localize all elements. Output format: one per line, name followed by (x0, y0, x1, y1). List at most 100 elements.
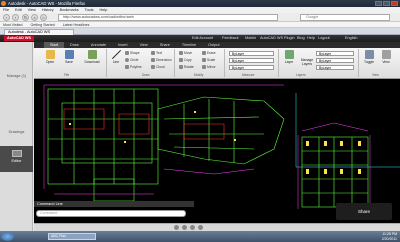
save-icon (64, 50, 74, 59)
ribbon-separator (358, 49, 359, 77)
layer-state-dropdown[interactable]: ByLayer (316, 58, 354, 63)
maximize-button[interactable] (383, 1, 390, 6)
window-title: Autodesk - AutoCAD WS - Mozilla Firefox (8, 1, 86, 6)
circle-icon (125, 58, 129, 62)
scale-button[interactable]: Scale (202, 58, 215, 62)
measure-button[interactable]: Measure (242, 73, 254, 77)
pan-icon[interactable] (198, 225, 203, 230)
manage-layers-button[interactable]: Manage Layers (298, 58, 316, 66)
erase-button[interactable]: Erase (202, 51, 216, 55)
group-label-draw: Draw (142, 73, 150, 77)
color-dropdown[interactable]: ByLayer (229, 51, 274, 56)
dimension-button[interactable]: Dimension (151, 58, 172, 62)
folder-icon (45, 50, 55, 59)
stop-icon[interactable]: × (31, 14, 38, 21)
logout-link[interactable]: Logout (318, 35, 330, 42)
mobile-link[interactable]: Mobile (245, 35, 256, 42)
bookmark-item[interactable]: Most Visited (3, 22, 23, 27)
command-panel: Command Line Command: (34, 201, 194, 223)
open-button[interactable]: Open (43, 50, 57, 64)
layers-icon (284, 50, 294, 59)
zoom-out-icon[interactable] (174, 225, 179, 230)
editor-icon (11, 150, 22, 157)
elevation-windows (306, 141, 361, 174)
search-box[interactable]: Google (300, 14, 390, 21)
blog-link[interactable]: Blog (297, 35, 305, 42)
mirror-icon (202, 65, 206, 69)
view-toggle-button[interactable]: Toggle (362, 50, 376, 64)
cloud-button[interactable]: Cloud (151, 65, 165, 69)
circle-button[interactable]: Circle (125, 58, 138, 62)
layer-filter-dropdown[interactable]: ByLayer (316, 65, 354, 70)
reload-icon[interactable]: ↻ (22, 14, 29, 21)
text-icon (151, 51, 155, 55)
back-icon[interactable]: ‹ (3, 14, 10, 21)
taskbar-item[interactable]: ABC Plan (48, 233, 96, 240)
windows-taskbar: ABC Plan 11:28 PM 2/20/2011 (0, 231, 400, 242)
sidebar-item-drawings[interactable]: Drawings (0, 118, 33, 144)
copy-button[interactable]: Copy (179, 58, 192, 62)
minimize-button[interactable] (375, 1, 382, 6)
save-button[interactable]: Save (62, 50, 76, 64)
line-button[interactable]: Line (110, 50, 122, 64)
tab-strip: Autodesk - AutoCAD WS (0, 28, 400, 35)
help-link[interactable]: Help (307, 35, 315, 42)
move-icon (179, 51, 183, 55)
left-sidebar: Manage (1) Drawings Editor (0, 42, 33, 242)
shape-button[interactable]: Shape (125, 51, 140, 55)
navigation-bar: ‹ › ↻ × ⌂ http://www.autocadws.com/cad/e… (0, 13, 400, 22)
group-label-file: File (64, 73, 70, 77)
language-select[interactable]: English (345, 35, 357, 42)
close-button[interactable] (391, 1, 398, 6)
bookmark-item[interactable]: Getting Started (31, 22, 55, 27)
lineweight-dropdown[interactable]: ByLayer (229, 65, 274, 70)
view-zoom-button[interactable]: View (379, 50, 393, 64)
ribbon-separator (106, 49, 107, 77)
linetype-dropdown[interactable]: ByLayer (229, 58, 274, 63)
ribbon-separator (174, 49, 175, 77)
group-label-view: View (372, 73, 379, 77)
window-controls (375, 1, 398, 6)
sidebar-item-editor[interactable]: Editor (0, 146, 33, 172)
copy-icon (179, 58, 183, 62)
command-line-label: Command Line (34, 201, 194, 207)
polyline-button[interactable]: Polyline (125, 65, 142, 69)
app-header: AutoCAD WS Edit Account Feedback Mobile … (0, 35, 400, 42)
sidebar-item-label: Manage (1) (6, 74, 27, 78)
feedback-link[interactable]: Feedback (222, 35, 239, 42)
zoom-icon (381, 50, 391, 59)
zoom-extents-icon[interactable] (182, 225, 187, 230)
layer-button[interactable]: Layer (282, 50, 296, 64)
edit-account-link[interactable]: Edit Account (192, 35, 213, 42)
text-button[interactable]: Text (151, 51, 162, 55)
sidebar-item-manage[interactable]: Manage (1) (0, 62, 33, 88)
ribbon-separator (278, 49, 279, 77)
group-label-layers: Layers (296, 73, 306, 77)
firefox-icon (1, 1, 6, 6)
polyline-icon (125, 65, 129, 69)
zoom-in-icon[interactable] (190, 225, 195, 230)
bookmark-item[interactable]: Latest Headlines (63, 22, 90, 27)
layer-dropdown[interactable]: ByLayer (316, 51, 354, 56)
erase-icon (202, 51, 206, 55)
taskbar-clock: 11:28 PM 2/20/2011 (381, 232, 397, 241)
group-label-modify: Modify (194, 73, 204, 77)
floor-plan (47, 88, 285, 202)
url-bar[interactable]: http://www.autocadws.com/cad/editor/web (58, 14, 278, 21)
command-input[interactable]: Command: (36, 210, 186, 217)
rotate-button[interactable]: Rotate (179, 65, 194, 69)
scale-icon (202, 58, 206, 62)
mirror-button[interactable]: Mirror (202, 65, 216, 69)
forward-icon[interactable]: › (12, 14, 19, 21)
start-button[interactable] (1, 232, 14, 241)
download-icon (87, 50, 97, 59)
home-icon[interactable]: ⌂ (40, 14, 47, 21)
plan-dimension-lines (43, 84, 284, 195)
plugin-link[interactable]: AutoCAD WS Plugin (260, 35, 295, 42)
ribbon-panel: Open Save Download File Line Shape Circl… (34, 48, 400, 79)
move-button[interactable]: Move (179, 51, 192, 55)
share-button[interactable]: Share (336, 203, 392, 220)
sidebar-item-label: Drawings (8, 130, 25, 134)
download-button[interactable]: Download (81, 50, 103, 64)
shape-icon (125, 51, 129, 55)
